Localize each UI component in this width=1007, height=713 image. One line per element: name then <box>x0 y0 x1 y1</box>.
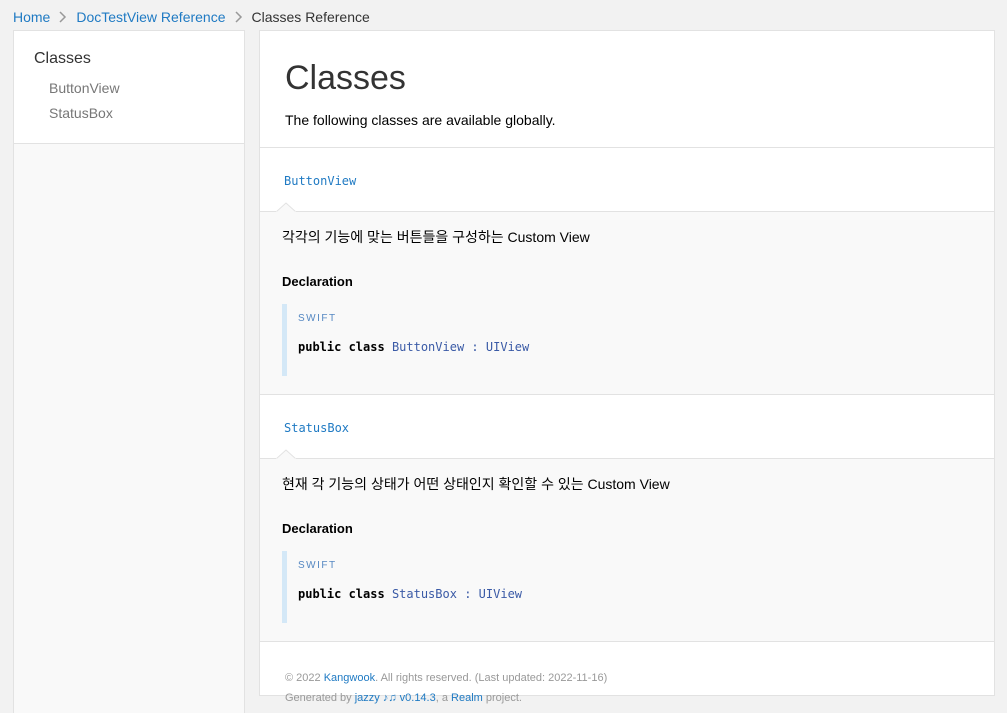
language-label: SWIFT <box>298 560 337 571</box>
task-item: ButtonView 각각의 기능에 맞는 버튼들을 구성하는 Custom V… <box>260 148 994 395</box>
sidebar-item-buttonview[interactable]: ButtonView <box>49 80 224 97</box>
main-content: Classes The following classes are availa… <box>259 30 995 704</box>
class-abstract: 현재 각 기능의 상태가 어떤 상태인지 확인할 수 있는 Custom Vie… <box>282 476 670 492</box>
declaration-block: SWIFT public class StatusBox : UIView <box>282 551 972 623</box>
sidebar: Classes ButtonView StatusBox <box>13 30 245 713</box>
class-abstract: 각각의 기능에 맞는 버튼들을 구성하는 Custom View <box>282 229 590 245</box>
breadcrumb-home-link[interactable]: Home <box>13 9 50 25</box>
chevron-right-icon <box>54 10 72 24</box>
footer-text: © 2022 <box>285 672 324 684</box>
footer-text: . All rights reserved. (Last updated: 20… <box>375 672 608 684</box>
code-supertype: UIView <box>485 340 530 354</box>
breadcrumb-reference-link[interactable]: DocTestView Reference <box>76 9 225 25</box>
task-item-header: ButtonView <box>260 148 994 212</box>
code-separator: : <box>464 587 472 601</box>
breadcrumb: Home DocTestView Reference Classes Refer… <box>13 7 370 27</box>
declaration-block: SWIFT public class ButtonView : UIView <box>282 304 972 376</box>
task-item-body: 현재 각 기능의 상태가 어떤 상태인지 확인할 수 있는 Custom Vie… <box>260 459 994 642</box>
footer-copyright: © 2022 Kangwook. All rights reserved. (L… <box>285 668 969 688</box>
class-link-buttonview[interactable]: ButtonView <box>284 174 356 188</box>
author-link[interactable]: Kangwook <box>324 672 375 684</box>
sidebar-section-title[interactable]: Classes <box>34 50 224 68</box>
declaration-code: public class ButtonView : UIView <box>298 340 529 354</box>
code-keywords: public class <box>298 587 385 601</box>
declaration-code: public class StatusBox : UIView <box>298 587 522 601</box>
realm-link[interactable]: Realm <box>451 692 483 704</box>
task-item: StatusBox 현재 각 기능의 상태가 어떤 상태인지 확인할 수 있는 … <box>260 395 994 642</box>
footer-text: Generated by <box>285 692 355 704</box>
footer: © 2022 Kangwook. All rights reserved. (L… <box>260 642 994 708</box>
declaration-heading: Declaration <box>282 521 353 536</box>
chevron-right-icon <box>230 10 248 24</box>
notch-arrow-icon <box>276 202 296 212</box>
task-item-header: StatusBox <box>260 395 994 459</box>
sidebar-nav: Classes ButtonView StatusBox <box>14 31 244 144</box>
jazzy-link[interactable]: jazzy ♪♫ v0.14.3 <box>355 692 436 704</box>
language-label: SWIFT <box>298 313 337 324</box>
sidebar-item-statusbox[interactable]: StatusBox <box>49 105 224 122</box>
footer-text: , a <box>435 692 452 704</box>
page-subtitle: The following classes are available glob… <box>285 112 556 128</box>
page-title: Classes <box>285 59 406 97</box>
declaration-heading: Declaration <box>282 274 353 289</box>
section-heading: Classes The following classes are availa… <box>260 31 994 148</box>
footer-text: project. <box>482 692 522 704</box>
code-keywords: public class <box>298 340 385 354</box>
class-link-statusbox[interactable]: StatusBox <box>284 421 349 435</box>
footer-generated: Generated by jazzy ♪♫ v0.14.3, a Realm p… <box>285 688 969 708</box>
notch-arrow-icon <box>276 449 296 459</box>
code-supertype: UIView <box>478 587 523 601</box>
code-separator: : <box>471 340 479 354</box>
code-type-name: StatusBox <box>391 587 457 601</box>
breadcrumb-current: Classes Reference <box>251 9 370 25</box>
code-type-name: ButtonView <box>391 340 465 354</box>
task-item-body: 각각의 기능에 맞는 버튼들을 구성하는 Custom View Declara… <box>260 212 994 395</box>
